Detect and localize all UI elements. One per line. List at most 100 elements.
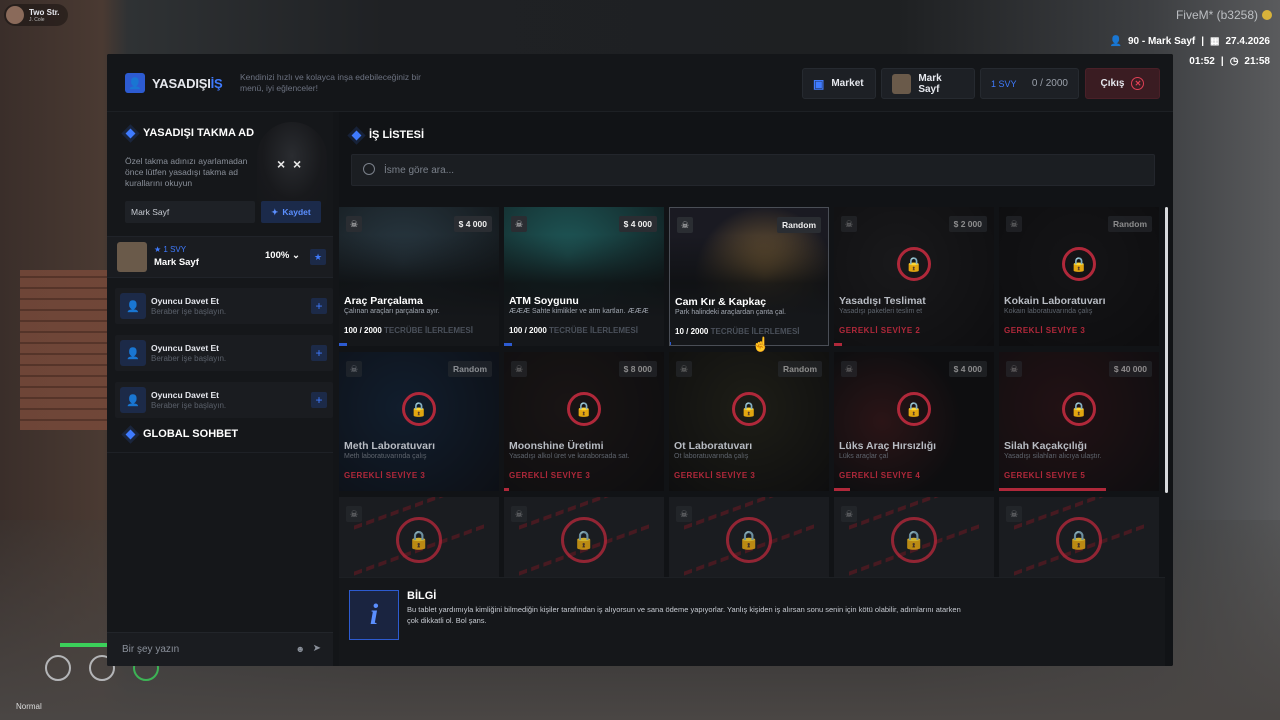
job-grid: ☠ $ 4 000 Araç Parçalama Çalınan araçlar… [339,207,1165,577]
job-desc: Lüks araçlar çal [839,453,889,460]
health-bar [60,643,110,647]
invite-sub: Beraber işe başlayın. [151,354,227,363]
invite-player-row[interactable]: 👤 Oyuncu Davet Et Beraber işe başlayın. … [115,382,333,418]
profile-button[interactable]: Mark Sayf [881,68,975,99]
job-desc: Kokain laboratuvarında çalış [1004,308,1093,315]
job-list-title-text: İŞ LİSTESİ [369,129,425,141]
search-placeholder: İsme göre ara... [384,165,455,176]
job-card-locked[interactable]: ☠ Random 🔒 Kokain Laboratuvarı Kokain la… [999,207,1159,346]
job-desc: ÆÆÆ Sahte kimlikler ve atm kartları. ÆÆÆ [509,308,649,315]
skull-icon: ☠ [346,361,362,377]
logo-accent: İŞ [210,75,223,91]
add-button[interactable]: + [311,345,327,361]
job-price: $ 4 000 [618,216,657,232]
lock-icon: 🔒 [897,392,931,426]
skull-icon: ☠ [346,216,362,232]
job-desc: Yasadışı alkol üret ve karaborsada sat. [509,453,630,460]
invite-player-row[interactable]: 👤 Oyuncu Davet Et Beraber işe başlayın. … [115,288,333,324]
nickname-section: × × YASADIŞI TAKMA AD Özel takma adınızı … [107,112,333,232]
job-name: Yasadışı Teslimat [839,295,926,307]
global-chat-title: GLOBAL SOHBET [125,428,238,440]
nickname-input[interactable]: Mark Sayf [125,201,255,223]
hud-time2: 21:58 [1244,56,1270,67]
lock-icon: 🔒 [891,517,937,563]
market-label: Market [831,78,864,89]
lock-icon: 🔒 [567,392,601,426]
skull-icon: ☠ [511,506,527,522]
member-percent-dropdown[interactable]: 100% ⌄ [265,250,300,261]
diamond-icon [125,429,136,439]
invite-sub: Beraber işe başlayın. [151,307,227,316]
job-xp: 100 / 2000 TECRÜBE İLERLEMESİ [344,326,473,335]
hooded-figure-image: × × [257,122,327,207]
job-xp: 10 / 2000 TECRÜBE İLERLEMESİ [675,327,800,336]
illegal-jobs-tablet: 👤 YASADIŞIİŞ Kendinizi hızlı ve kolayca … [107,54,1173,666]
add-user-icon: 👤 [120,293,146,319]
logo-main: YASADIŞI [152,75,211,91]
job-price: $ 2 000 [948,216,987,232]
job-card-locked[interactable]: ☠ $ 40 000 🔒 Silah Kaçakçılığı Yasadışı … [999,352,1159,491]
job-card-locked[interactable]: ☠ Random 🔒 Ot Laboratuvarı Ot laboratuva… [669,352,829,491]
member-level: ★ 1 SVY [154,245,187,254]
job-name: Araç Parçalama [344,295,423,307]
member-row: ★ 1 SVY Mark Sayf 100% ⌄ ★ [107,236,333,278]
level-label: 1 SVY [991,78,1017,89]
job-card-locked[interactable]: ☠ Random 🔒 Meth Laboratuvarı Meth labora… [339,352,499,491]
add-user-icon: 👤 [120,387,146,413]
emoji-icon[interactable]: ☻ [296,644,305,654]
job-card[interactable]: ☠ $ 4 000 ATM Soygunu ÆÆÆ Sahte kimlikle… [504,207,664,346]
add-button[interactable]: + [311,392,327,408]
nickname-title: YASADIŞI TAKMA AD [125,127,254,139]
job-required-level: GEREKLİ SEVİYE 3 [1004,326,1086,335]
skull-icon: ☠ [677,217,693,233]
lock-icon: 🔒 [396,517,442,563]
lock-icon: 🔒 [402,392,436,426]
info-icon: i [349,590,399,640]
exit-label: Çıkış [1100,78,1125,89]
hud-player-tag: Two Str. J. Cole [4,4,68,26]
job-card[interactable]: ☠ $ 4 000 Araç Parçalama Çalınan araçlar… [339,207,499,346]
chat-input[interactable]: Bir şey yazın ☻ ➤ [107,632,333,666]
star-button[interactable]: ★ [310,249,326,265]
job-desc: Meth laboratuvarında çalış [344,453,427,460]
job-desc: Yasadışı paketleri teslim et [839,308,923,315]
skull-icon: ☠ [841,361,857,377]
lock-icon: 🔒 [561,517,607,563]
job-card-locked[interactable]: ☠ $ 4 000 🔒 Lüks Araç Hırsızlığı Lüks ar… [834,352,994,491]
skull-icon: ☠ [1006,216,1022,232]
lock-icon: 🔒 [897,247,931,281]
job-desc: Park halindeki araçlardan çanta çal. [675,309,786,316]
job-required-level: GEREKLİ SEVİYE 2 [839,326,921,335]
skull-icon: ☠ [676,361,692,377]
job-progress-bar [504,488,509,491]
save-button[interactable]: ✦ Kaydet [261,201,321,223]
avatar [117,242,147,272]
left-panel: × × YASADIŞI TAKMA AD Özel takma adınızı … [107,112,333,666]
job-card-locked[interactable]: ☠ $ 8 000 🔒 Moonshine Üretimi Yasadışı a… [504,352,664,491]
job-progress-bar [504,343,512,346]
invite-player-row[interactable]: 👤 Oyuncu Davet Et Beraber işe başlayın. … [115,335,333,371]
exit-button[interactable]: Çıkış ✕ [1085,68,1160,99]
job-card[interactable]: ☠ Random Cam Kır & Kapkaç Park halindeki… [669,207,829,346]
job-xp: 100 / 2000 TECRÜBE İLERLEMESİ [509,326,638,335]
job-card-chained: ☠ 🔒 [504,497,664,577]
job-name: Silah Kaçakçılığı [1004,440,1087,452]
level-indicator: 1 SVY 0 / 2000 [980,68,1079,99]
diamond-icon [125,128,136,138]
job-list-panel: İŞ LİSTESİ İsme göre ara... ☠ $ 4 000 Ar… [339,112,1173,666]
tagline: Kendinizi hızlı ve kolayca inşa edebilec… [240,72,421,93]
send-icon[interactable]: ➤ [313,643,321,654]
nickname-desc: Özel takma adınızı ayarlamadan önce lütf… [125,156,248,188]
job-card-locked[interactable]: ☠ $ 2 000 🔒 Yasadışı Teslimat Yasadışı p… [834,207,994,346]
scrollbar[interactable] [1165,207,1168,493]
add-button[interactable]: + [311,298,327,314]
diamond-icon [351,130,362,140]
coin-icon [1262,10,1272,20]
search-input[interactable]: İsme göre ara... [351,154,1155,186]
invite-sub: Beraber işe başlayın. [151,401,227,410]
info-title: BİLGİ [407,590,437,602]
add-user-icon: 👤 [120,340,146,366]
hand-cursor-icon: ☝ [752,336,770,352]
market-button[interactable]: ▣ Market [802,68,876,99]
divider [107,452,333,453]
